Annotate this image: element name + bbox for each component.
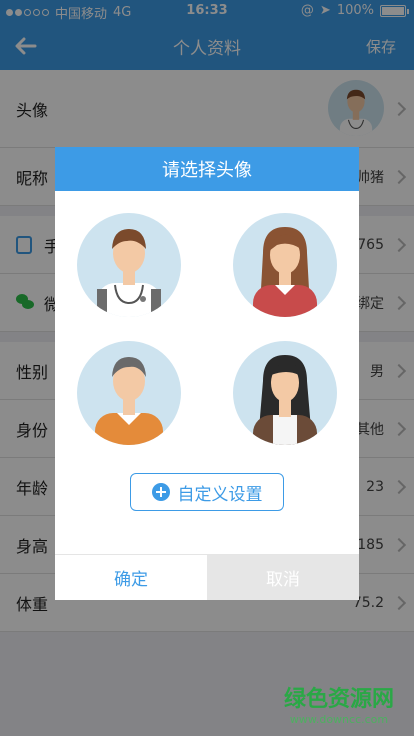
watermark-url: www.downcc.com [289,713,389,726]
dialog-buttons: 确定 取消 [55,554,359,600]
avatar-option-older-male[interactable] [77,341,181,445]
avatar-option-male-doctor[interactable] [77,213,181,317]
female-avatar-icon [253,227,317,317]
avatar-option-female-dark-hair[interactable] [233,341,337,445]
custom-setting-button[interactable]: 自定义设置 [130,473,284,511]
older-male-avatar-icon [95,357,163,445]
avatar-option-female[interactable] [233,213,337,317]
female-dark-hair-avatar-icon [253,355,317,445]
watermark: 绿色资源网 www.downcc.com [284,681,394,726]
plus-icon [151,483,170,501]
dialog-title: 请选择头像 [55,147,359,191]
confirm-button[interactable]: 确定 [55,555,207,600]
cancel-button[interactable]: 取消 [207,555,359,600]
custom-setting-label: 自定义设置 [177,484,263,505]
male-doctor-avatar-icon [97,229,161,317]
avatar-grid [55,191,359,469]
avatar-picker-dialog: 请选择头像 自定义设置 确定 取消 [55,147,359,600]
watermark-title: 绿色资源网 [283,687,394,712]
